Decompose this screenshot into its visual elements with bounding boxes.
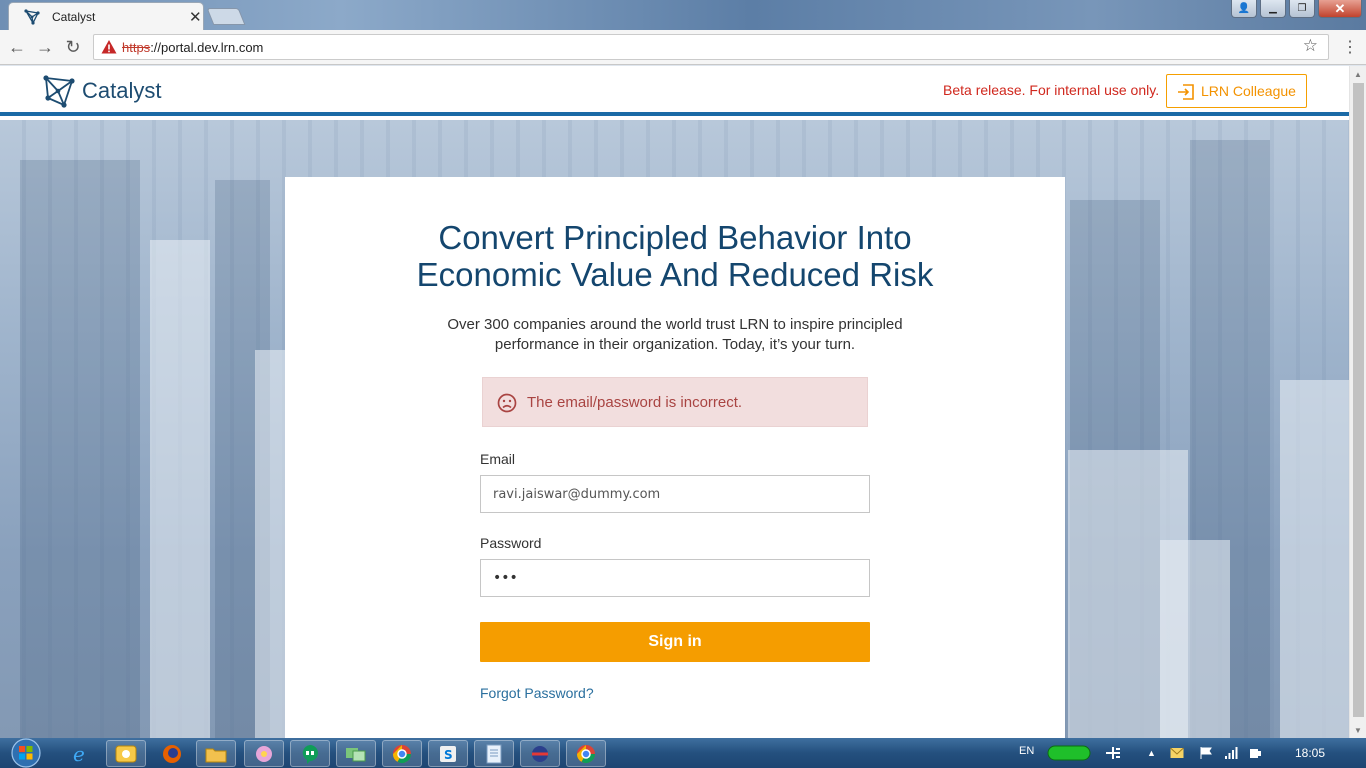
tab-close-icon[interactable]: ✕ bbox=[189, 8, 202, 26]
headline-line-1: Convert Principled Behavior Into bbox=[438, 219, 912, 256]
system-clock[interactable]: 18:05 bbox=[1295, 746, 1325, 760]
firefox-icon[interactable] bbox=[152, 740, 192, 767]
back-arrow-icon[interactable]: ← bbox=[6, 36, 28, 58]
svg-text:e: e bbox=[73, 743, 85, 765]
forgot-password-link[interactable]: Forgot Password? bbox=[480, 685, 594, 701]
language-indicator[interactable]: EN bbox=[1019, 736, 1034, 766]
browser-toolbar: ← → ↻ https://portal.dev.lrn.com ☆ ⋮ bbox=[0, 30, 1366, 65]
cloud-sync-icon[interactable] bbox=[336, 740, 376, 767]
scroll-up-arrow-icon[interactable]: ▲ bbox=[1350, 66, 1366, 82]
browser-tab[interactable]: Catalyst ✕ bbox=[8, 2, 204, 30]
page-viewport: Catalyst Beta release. For internal use … bbox=[0, 66, 1349, 738]
power-plug-icon[interactable] bbox=[1248, 738, 1262, 768]
page-scrollbar[interactable]: ▲ ▼ bbox=[1349, 66, 1366, 738]
show-hidden-icons-icon[interactable]: ▲ bbox=[1147, 738, 1156, 768]
password-field[interactable]: ••• bbox=[480, 559, 870, 597]
site-logo[interactable]: Catalyst bbox=[42, 74, 161, 108]
svg-text:S: S bbox=[444, 748, 453, 762]
skype-business-icon[interactable]: S bbox=[428, 740, 468, 767]
email-field[interactable]: ravi.jaiswar@dummy.com bbox=[480, 475, 870, 513]
subtitle-line-2: performance in their organization. Today… bbox=[494, 336, 856, 353]
sign-in-arrow-icon bbox=[1178, 84, 1194, 100]
page-title: Convert Principled Behavior Into Economi… bbox=[285, 219, 1065, 293]
beta-notice: Beta release. For internal use only. bbox=[943, 82, 1160, 98]
forward-arrow-icon[interactable]: → bbox=[34, 36, 56, 58]
notepad-icon[interactable] bbox=[474, 740, 514, 767]
new-tab-button[interactable] bbox=[206, 8, 246, 25]
window-titlebar: Catalyst ✕ 👤 ▁ ❐ ✕ bbox=[0, 0, 1366, 30]
network-share-icon[interactable] bbox=[1104, 738, 1122, 768]
browser-menu-icon[interactable]: ⋮ bbox=[1342, 36, 1358, 58]
background-building bbox=[255, 350, 285, 738]
calendar-app-icon[interactable] bbox=[106, 740, 146, 767]
not-secure-warning-icon[interactable] bbox=[101, 39, 117, 55]
error-alert: The email/password is incorrect. bbox=[482, 377, 868, 427]
windows-start-icon[interactable] bbox=[6, 738, 46, 768]
catalyst-favicon-icon bbox=[24, 9, 40, 25]
scroll-down-arrow-icon[interactable]: ▼ bbox=[1350, 722, 1366, 738]
sad-face-icon bbox=[497, 393, 517, 413]
windows-taskbar: e S EN ▲ 18:05 bbox=[0, 738, 1366, 768]
hero-background: Convert Principled Behavior Into Economi… bbox=[0, 120, 1349, 738]
subtitle: Over 300 companies around the world trus… bbox=[385, 315, 965, 355]
network-signal-icon[interactable] bbox=[1224, 738, 1238, 768]
reload-icon[interactable]: ↻ bbox=[62, 36, 84, 58]
tab-title: Catalyst bbox=[52, 10, 96, 24]
site-header: Catalyst Beta release. For internal use … bbox=[0, 66, 1349, 116]
minimize-button[interactable]: ▁ bbox=[1260, 0, 1286, 18]
user-icon[interactable]: 👤 bbox=[1231, 0, 1257, 18]
logo-text: Catalyst bbox=[82, 78, 162, 103]
login-card: Convert Principled Behavior Into Economi… bbox=[285, 177, 1065, 738]
address-bar[interactable]: https://portal.dev.lrn.com ☆ bbox=[93, 34, 1329, 60]
internet-explorer-icon[interactable]: e bbox=[60, 740, 100, 767]
hangouts-icon[interactable] bbox=[290, 740, 330, 767]
window-close-button[interactable]: ✕ bbox=[1318, 0, 1362, 18]
lrn-colleague-button[interactable]: LRN Colleague bbox=[1166, 74, 1307, 108]
file-explorer-icon[interactable] bbox=[196, 740, 236, 767]
lrn-colleague-label: LRN Colleague bbox=[1201, 83, 1296, 99]
background-building bbox=[1160, 540, 1230, 738]
mail-notification-icon[interactable] bbox=[1170, 738, 1184, 768]
background-building bbox=[20, 160, 140, 738]
action-center-flag-icon[interactable] bbox=[1199, 738, 1213, 768]
background-building bbox=[1280, 380, 1349, 738]
password-label: Password bbox=[480, 535, 542, 551]
scrollbar-thumb[interactable] bbox=[1353, 83, 1364, 717]
subtitle-line-1: Over 300 companies around the world trus… bbox=[447, 316, 903, 333]
error-message: The email/password is incorrect. bbox=[527, 393, 743, 411]
headline-line-2: Economic Value And Reduced Risk bbox=[416, 256, 934, 293]
bookmark-star-icon[interactable]: ☆ bbox=[1303, 36, 1318, 56]
battery-indicator-icon[interactable] bbox=[1047, 738, 1093, 768]
url-host: ://portal.dev.lrn.com bbox=[150, 40, 264, 55]
chrome-active-window-icon[interactable] bbox=[566, 740, 606, 767]
chrome-icon[interactable] bbox=[382, 740, 422, 767]
window-controls: 👤 ▁ ❐ ✕ bbox=[1228, 0, 1362, 18]
email-label: Email bbox=[480, 451, 516, 467]
restore-button[interactable]: ❐ bbox=[1289, 0, 1315, 18]
background-building bbox=[150, 240, 210, 738]
sign-in-button[interactable]: Sign in bbox=[480, 622, 870, 662]
vpn-client-icon[interactable] bbox=[520, 740, 560, 767]
url-scheme: https bbox=[122, 40, 151, 55]
url-text: https://portal.dev.lrn.com bbox=[122, 40, 263, 55]
picasa-icon[interactable] bbox=[244, 740, 284, 767]
catalyst-logo-icon bbox=[43, 75, 75, 108]
